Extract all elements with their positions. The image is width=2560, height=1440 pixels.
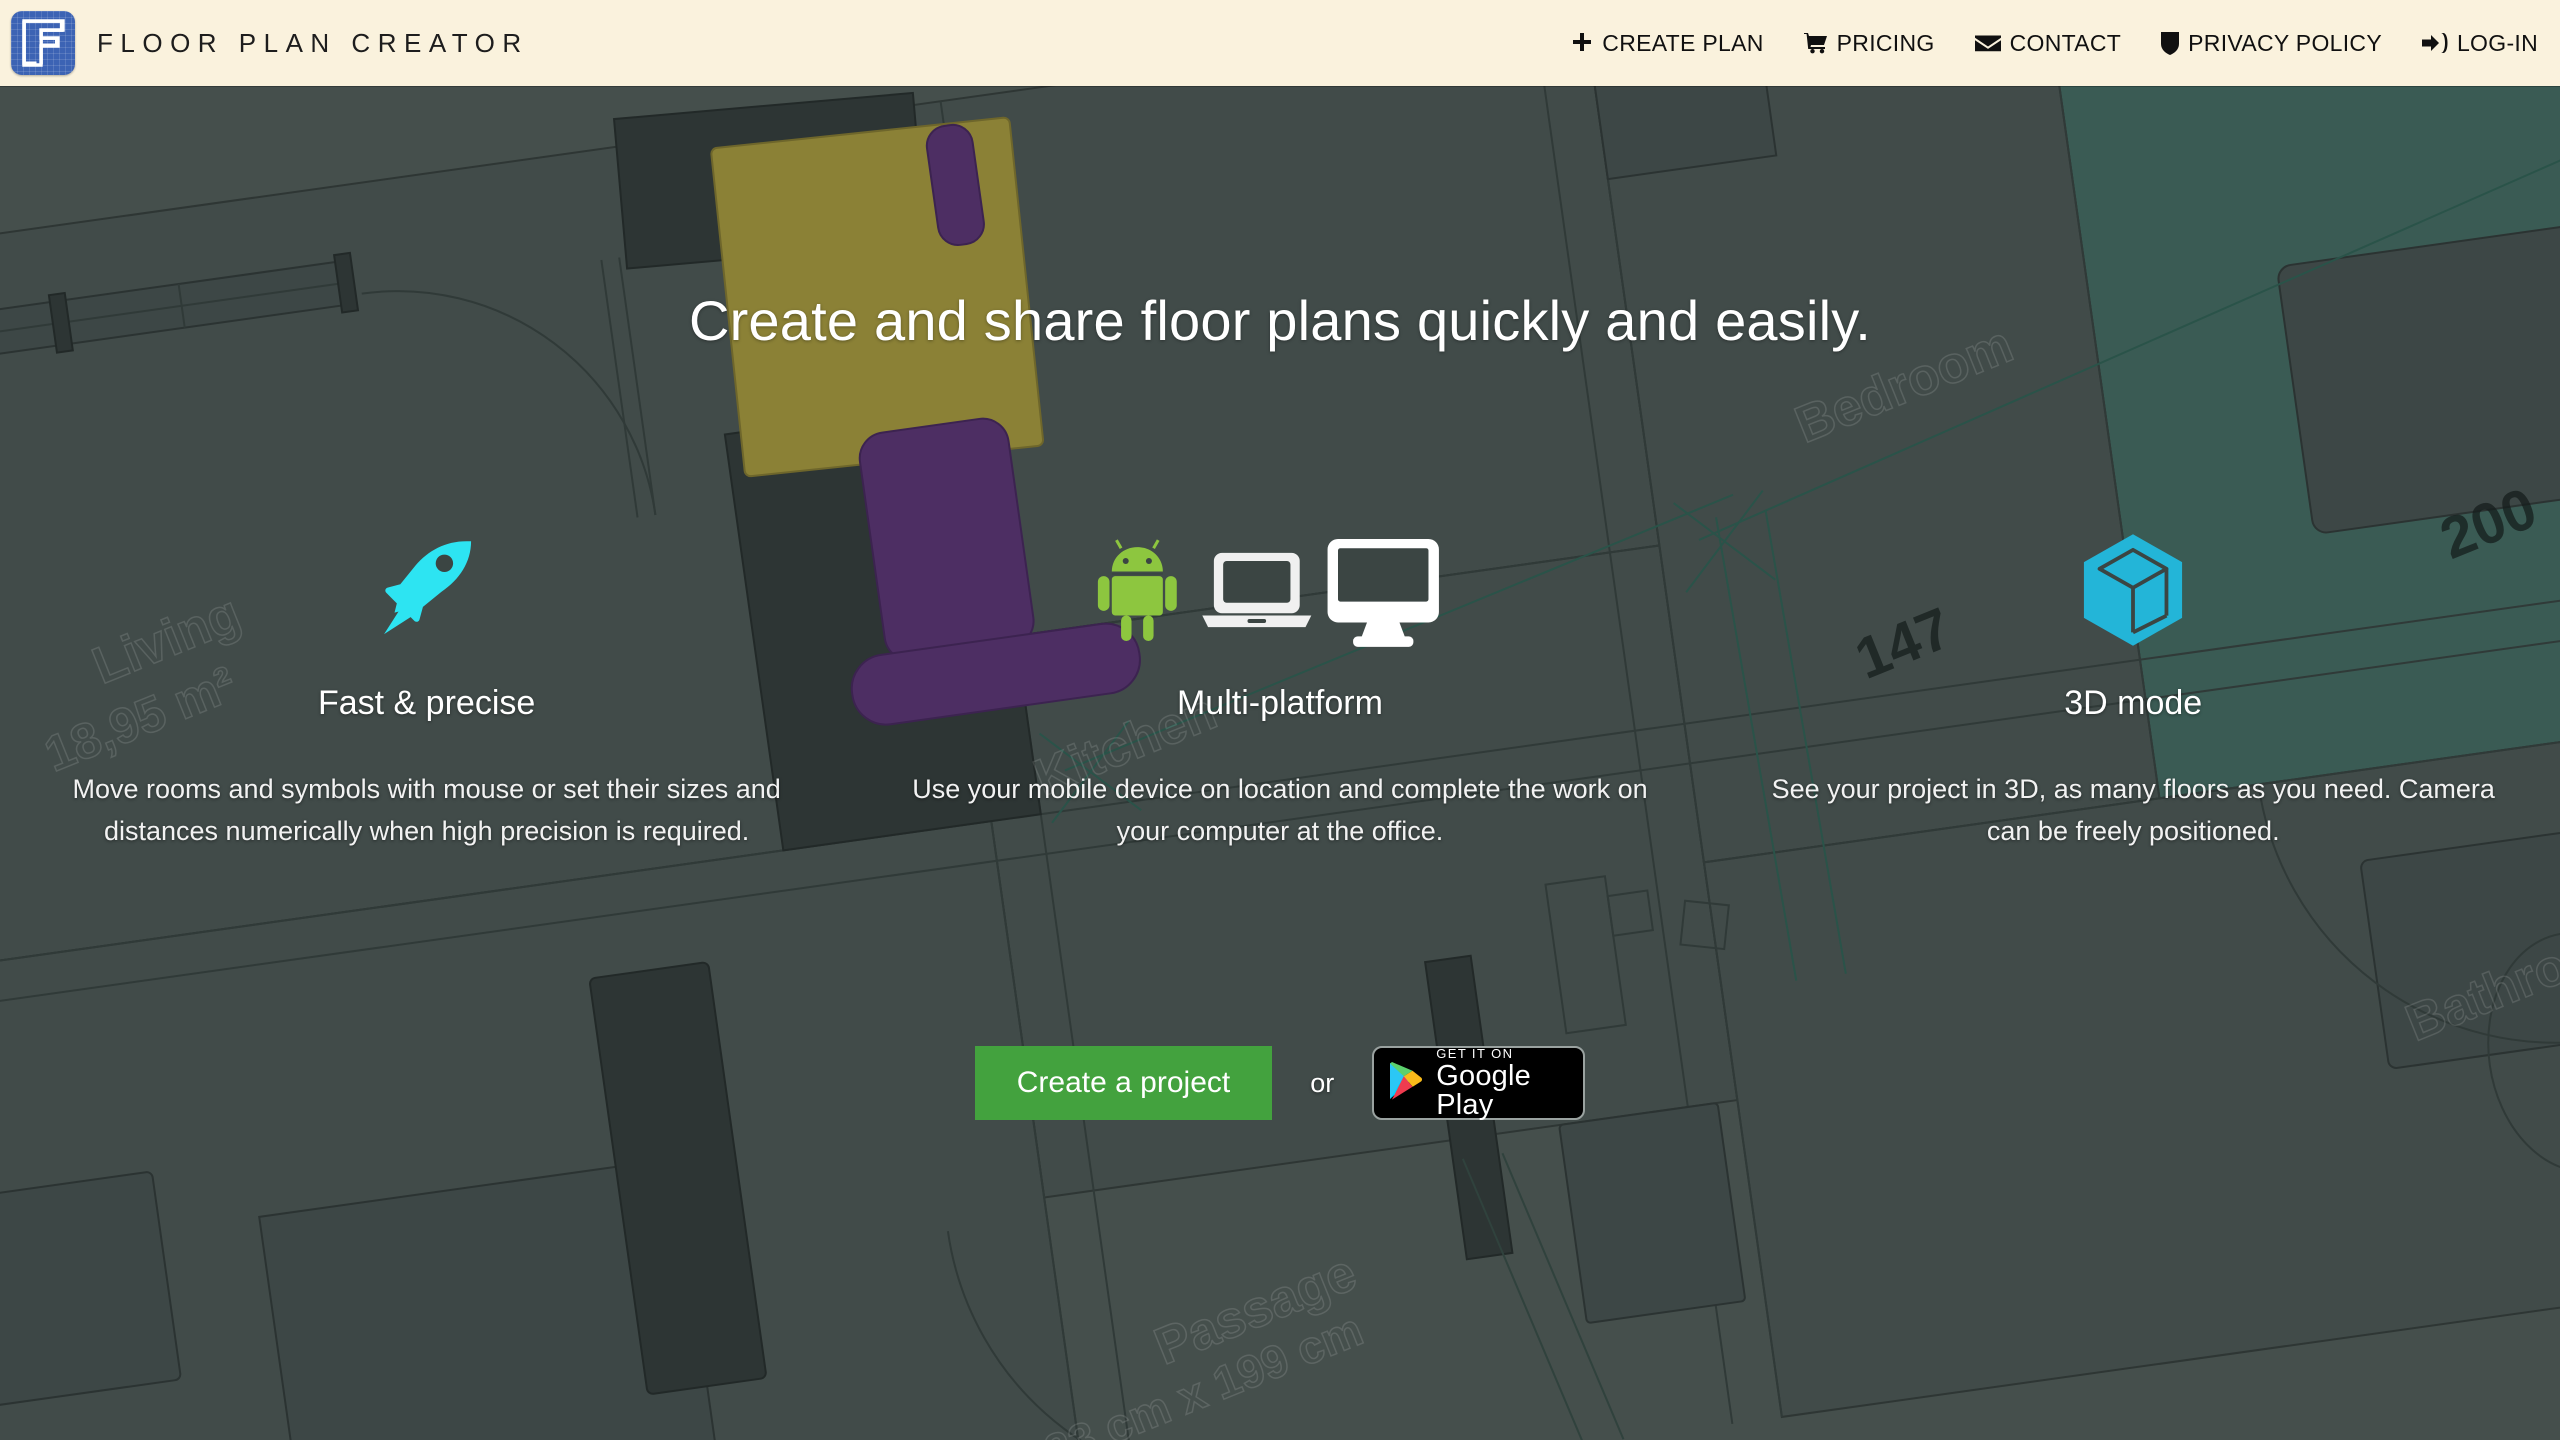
feature-title: 3D mode bbox=[2064, 684, 2203, 722]
google-play-icon bbox=[1388, 1061, 1424, 1106]
feature-fast-precise: Fast & precise Move rooms and symbols wi… bbox=[0, 498, 853, 852]
shopping-cart-icon bbox=[1803, 32, 1828, 54]
android-icon bbox=[1097, 539, 1177, 642]
nav-label: CREATE PLAN bbox=[1602, 29, 1764, 56]
main-navigation: CREATE PLAN PRICING CONTACT PRIVACY POLI… bbox=[1571, 30, 2538, 57]
nav-create-plan[interactable]: CREATE PLAN bbox=[1571, 30, 1763, 57]
feature-multi-platform: Multi-platform Use your mobile device on… bbox=[853, 498, 1706, 852]
feature-title: Fast & precise bbox=[317, 684, 536, 722]
multi-platform-icon bbox=[893, 498, 1666, 648]
nav-label: PRIVACY POLICY bbox=[2188, 29, 2382, 56]
google-play-badge[interactable]: GET IT ON Google Play bbox=[1372, 1046, 1586, 1120]
feature-columns: Fast & precise Move rooms and symbols wi… bbox=[0, 498, 2560, 852]
cube-3d-icon bbox=[1747, 498, 2520, 648]
logo-f-glyph bbox=[22, 19, 65, 67]
google-play-bottom-line: Google Play bbox=[1436, 1060, 1531, 1121]
cta-row: Create a project or GET IT ON Google Pla… bbox=[0, 1046, 2560, 1120]
rocket-icon bbox=[40, 498, 813, 648]
hero-section: Create and share floor plans quickly and… bbox=[0, 86, 2560, 1440]
feature-3d-mode: 3D mode See your project in 3D, as many … bbox=[1707, 498, 2560, 852]
brand-name: FLOOR PLAN CREATOR bbox=[97, 27, 529, 58]
page-title: Create and share floor plans quickly and… bbox=[688, 289, 1872, 352]
envelope-icon bbox=[1974, 34, 2001, 53]
brand[interactable]: FLOOR PLAN CREATOR bbox=[11, 11, 529, 75]
nav-contact[interactable]: CONTACT bbox=[1974, 29, 2122, 57]
feature-description: Use your mobile device on location and c… bbox=[912, 774, 1648, 846]
site-header: FLOOR PLAN CREATOR CREATE PLAN PRICING C… bbox=[0, 0, 2560, 86]
sign-in-icon bbox=[2421, 33, 2448, 53]
google-play-top-line: GET IT ON bbox=[1436, 1046, 1514, 1061]
create-project-button[interactable]: Create a project bbox=[974, 1046, 1273, 1120]
nav-label: CONTACT bbox=[2009, 29, 2122, 56]
nav-pricing[interactable]: PRICING bbox=[1803, 29, 1935, 57]
cta-separator: or bbox=[1310, 1067, 1335, 1098]
nav-log-in[interactable]: LOG-IN bbox=[2421, 29, 2538, 57]
google-play-text: GET IT ON Google Play bbox=[1436, 1046, 1569, 1120]
nav-privacy-policy[interactable]: PRIVACY POLICY bbox=[2161, 30, 2382, 57]
laptop-icon bbox=[1202, 552, 1312, 628]
plus-icon bbox=[1571, 32, 1593, 54]
monitor-icon bbox=[1327, 538, 1439, 647]
nav-label: LOG-IN bbox=[2456, 29, 2538, 56]
feature-description: See your project in 3D, as many floors a… bbox=[1771, 774, 2495, 846]
floor-plan-logo-icon[interactable] bbox=[11, 11, 75, 75]
feature-description: Move rooms and symbols with mouse or set… bbox=[72, 774, 781, 846]
nav-label: PRICING bbox=[1836, 29, 1935, 56]
feature-title: Multi-platform bbox=[1176, 684, 1383, 722]
shield-icon bbox=[2161, 31, 2180, 55]
